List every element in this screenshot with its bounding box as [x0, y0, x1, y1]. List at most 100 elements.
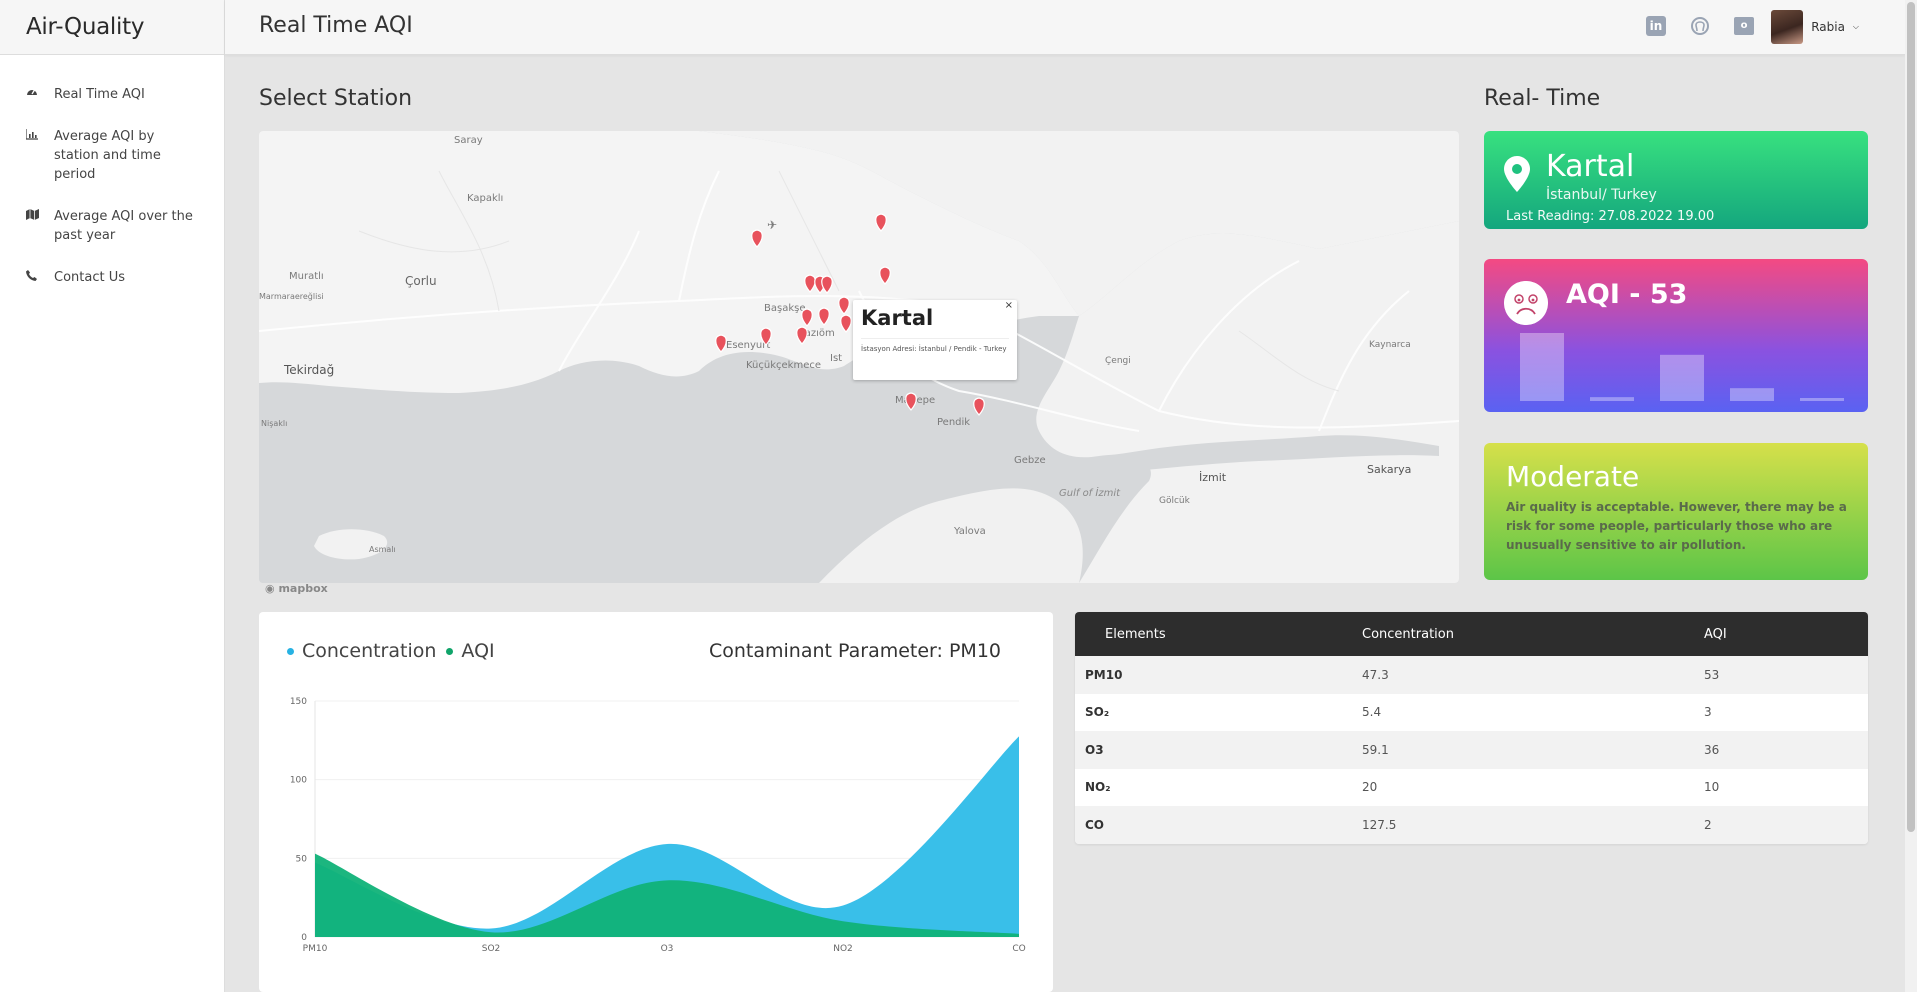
cell-element: SO₂	[1085, 705, 1110, 720]
legend-aqi[interactable]: AQI	[446, 640, 495, 662]
station-card: Kartal İstanbul/ Turkey Last Reading: 27…	[1484, 131, 1868, 229]
table-row: CO 127.5 2	[1075, 806, 1868, 844]
airport-icon: ✈	[767, 218, 777, 232]
sidebar-item-label: Contact Us	[54, 270, 125, 285]
contaminant-parameter: Contaminant Parameter: PM10	[708, 640, 1001, 662]
map-icon	[26, 207, 46, 226]
map-label: Marmaraereğlisi	[259, 292, 324, 301]
user-menu[interactable]: Rabia ⌵	[1771, 10, 1859, 44]
dashboard-icon	[26, 85, 46, 104]
chart-legend: Concentration AQI	[287, 640, 495, 662]
sidebar-item-real-time-aqi[interactable]: Real Time AQI	[0, 79, 224, 110]
outlook-icon[interactable]: o	[1733, 15, 1755, 37]
table-body: PM10 47.3 53 SO₂ 5.4 3 O3 59.1 36 NO₂ 20…	[1075, 656, 1868, 844]
table-row: O3 59.1 36	[1075, 731, 1868, 769]
topbar: Real Time AQI in o Rabia ⌵	[225, 0, 1905, 55]
header-concentration: Concentration	[1362, 626, 1454, 642]
sidebar-item-average-aqi-year[interactable]: Average AQI over the past year	[0, 201, 224, 251]
category-card: Moderate Air quality is acceptable. Howe…	[1484, 443, 1868, 580]
header-aqi: AQI	[1704, 626, 1727, 642]
station-location: İstanbul/ Turkey	[1546, 187, 1657, 203]
popup-title: Kartal	[861, 306, 934, 330]
x-tick-label: CO	[1012, 944, 1025, 954]
chart-card: Concentration AQI Contaminant Parameter:…	[259, 612, 1053, 992]
legend-label: AQI	[461, 640, 495, 662]
cell-element: NO₂	[1085, 780, 1111, 795]
sidebar-item-contact-us[interactable]: Contact Us	[0, 262, 224, 293]
page-scrollbar[interactable]	[1905, 0, 1917, 992]
map-label: Tekirdağ	[283, 363, 334, 377]
realtime-title: Real- Time	[1484, 86, 1601, 111]
aqi-bar	[1660, 354, 1704, 401]
cell-concentration: 127.5	[1362, 817, 1397, 832]
map-label: İzmit	[1199, 471, 1227, 484]
linkedin-icon[interactable]: in	[1645, 15, 1667, 37]
map-label: Gebze	[1014, 455, 1046, 466]
map-label: Başakşe	[764, 303, 805, 314]
map-label: Gölcük	[1159, 496, 1191, 506]
sidebar-item-label: Average AQI by station and time period	[54, 129, 161, 182]
y-tick-label: 0	[301, 933, 307, 943]
cell-concentration: 20	[1362, 780, 1378, 795]
legend-concentration[interactable]: Concentration	[287, 640, 436, 662]
station-popup: × Kartal İstasyon Adresi: İstanbul / Pen…	[853, 300, 1017, 380]
map-label: Gulf of İzmit	[1059, 486, 1121, 499]
table-row: PM10 47.3 53	[1075, 656, 1868, 694]
map-label: Ist	[830, 353, 842, 364]
cell-aqi: 2	[1704, 817, 1712, 832]
station-name: Kartal	[1546, 149, 1635, 184]
scrollbar-thumb[interactable]	[1907, 2, 1915, 832]
y-tick-label: 150	[290, 697, 307, 707]
brand-logo[interactable]: Air-Quality	[0, 0, 224, 55]
cell-element: PM10	[1085, 667, 1123, 682]
popup-address: İstasyon Adresi: İstanbul / Pendik - Tur…	[861, 338, 1009, 353]
x-tick-label: PM10	[303, 944, 328, 954]
cell-element: CO	[1085, 817, 1105, 832]
aqi-bar	[1590, 397, 1634, 401]
legend-dot	[446, 647, 454, 655]
legend-dot	[287, 647, 294, 655]
github-icon[interactable]	[1689, 15, 1711, 37]
y-tick-label: 50	[296, 854, 308, 864]
sidebar: Air-Quality Real Time AQI Average AQI by…	[0, 0, 225, 992]
last-reading: Last Reading: 27.08.2022 19.00	[1506, 209, 1715, 224]
area-chart: 0 50 100 150 PM10 SO2 O3 NO2 CO	[290, 697, 1026, 954]
attribution-text[interactable]: mapbox	[278, 582, 327, 595]
cell-aqi: 36	[1704, 742, 1720, 757]
map-label: Çorlu	[405, 274, 437, 288]
sidebar-item-label: Average AQI over the past year	[54, 209, 193, 243]
chevron-down-icon[interactable]: ⌵	[1853, 22, 1859, 32]
map-label: Asmalı	[369, 545, 396, 554]
map-label: Saray	[454, 135, 483, 146]
map-label: Muratlı	[289, 271, 324, 282]
station-map[interactable]: Saray Kapaklı Muratlı Çorlu Tekirdağ Ese…	[259, 131, 1459, 583]
x-tick-label: NO2	[833, 944, 853, 954]
cell-concentration: 59.1	[1362, 742, 1389, 757]
sidebar-nav: Real Time AQI Average AQI by station and…	[0, 55, 224, 293]
phone-icon	[26, 268, 46, 287]
table-row: NO₂ 20 10	[1075, 769, 1868, 807]
cell-aqi: 3	[1704, 705, 1712, 720]
map-label: Küçükçekmece	[746, 360, 821, 371]
aqi-bar	[1800, 398, 1844, 401]
map-label: Sakarya	[1367, 463, 1411, 476]
close-icon[interactable]: ×	[1005, 300, 1013, 311]
page-title: Real Time AQI	[259, 13, 413, 38]
map-label: Nişaklı	[261, 419, 287, 428]
map-label: Kapaklı	[467, 193, 503, 204]
x-tick-label: SO2	[482, 944, 501, 954]
category-description: Air quality is acceptable. However, ther…	[1506, 500, 1847, 552]
legend-label: Concentration	[302, 640, 437, 662]
cell-aqi: 53	[1704, 667, 1720, 682]
avatar[interactable]	[1771, 10, 1804, 44]
table-row: SO₂ 5.4 3	[1075, 694, 1868, 732]
user-name[interactable]: Rabia	[1811, 20, 1845, 34]
sidebar-item-label: Real Time AQI	[54, 87, 145, 102]
table-header: Elements Concentration AQI	[1075, 612, 1868, 656]
mapbox-logo[interactable]: ◉ mapbox	[265, 582, 328, 595]
sad-face-icon	[1504, 281, 1548, 325]
social-links: in o	[1645, 15, 1755, 37]
sidebar-item-average-aqi-station[interactable]: Average AQI by station and time period	[0, 121, 224, 190]
map-label: Kaynarca	[1369, 340, 1411, 350]
cell-concentration: 5.4	[1362, 705, 1382, 720]
